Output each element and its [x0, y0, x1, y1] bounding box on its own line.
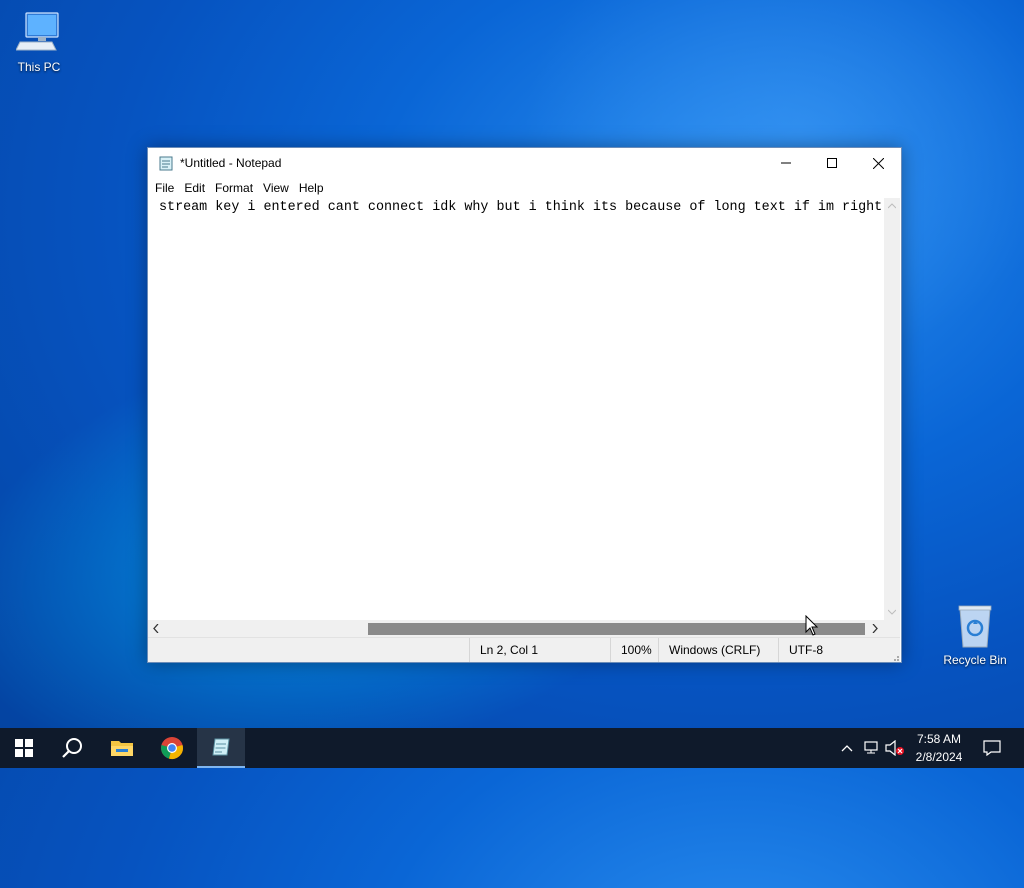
window-title: *Untitled - Notepad — [180, 156, 282, 170]
notification-icon — [983, 740, 1001, 756]
chrome-icon — [161, 737, 183, 759]
search-icon — [62, 738, 82, 758]
show-hidden-icons-button[interactable] — [838, 728, 856, 768]
start-button[interactable] — [0, 728, 48, 768]
chevron-up-icon — [841, 745, 853, 752]
desktop-icon-this-pc[interactable]: This PC — [1, 10, 77, 74]
notepad-taskbar-button[interactable] — [197, 728, 245, 768]
minimize-button[interactable] — [763, 148, 809, 178]
status-zoom: 100% — [610, 638, 658, 662]
chrome-button[interactable] — [148, 728, 196, 768]
vertical-scrollbar[interactable] — [884, 198, 900, 620]
scrollbar-corner — [884, 620, 900, 637]
scroll-down-icon[interactable] — [888, 609, 896, 615]
scroll-left-icon[interactable] — [153, 624, 159, 633]
network-button[interactable] — [860, 728, 882, 768]
action-center-button[interactable] — [978, 728, 1006, 768]
start-icon — [15, 739, 33, 757]
desktop-icon-label: This PC — [17, 60, 61, 74]
desktop-icon-recycle-bin[interactable]: Recycle Bin — [937, 603, 1013, 667]
mouse-cursor-icon — [805, 615, 819, 636]
system-clock[interactable]: 7:58 AM 2/8/2024 — [904, 730, 974, 766]
notepad-icon — [212, 738, 230, 756]
taskbar: 7:58 AM 2/8/2024 — [0, 728, 1024, 768]
volume-button[interactable] — [884, 728, 906, 768]
search-button[interactable] — [48, 728, 96, 768]
clock-date: 2/8/2024 — [915, 750, 963, 764]
status-bar: Ln 2, Col 1 100% Windows (CRLF) UTF-8 — [148, 637, 900, 662]
menu-bar: File Edit Format View Help — [148, 178, 901, 198]
clock-time: 7:58 AM — [916, 732, 962, 746]
title-bar[interactable]: *Untitled - Notepad — [148, 148, 901, 178]
scroll-right-icon[interactable] — [872, 624, 878, 633]
network-icon — [864, 741, 878, 754]
recycle-bin-icon — [952, 603, 998, 649]
text-editor[interactable]: stream key i entered cant connect idk wh… — [148, 198, 884, 620]
maximize-button[interactable] — [809, 148, 855, 178]
volume-muted-icon — [885, 740, 904, 756]
horizontal-scrollbar[interactable] — [148, 620, 884, 637]
file-explorer-icon — [111, 741, 133, 756]
computer-icon — [15, 10, 62, 56]
menu-file[interactable]: File — [150, 181, 179, 195]
desktop-icon-label: Recycle Bin — [943, 653, 1007, 667]
menu-view[interactable]: View — [258, 181, 294, 195]
scroll-up-icon[interactable] — [888, 203, 896, 209]
resize-grip-icon[interactable] — [889, 651, 899, 661]
editor-line: stream key i entered cant connect idk wh… — [159, 200, 883, 215]
notepad-window[interactable]: *Untitled - Notepad File Edit Format Vie… — [147, 147, 902, 663]
file-explorer-button[interactable] — [98, 728, 146, 768]
status-line-ending: Windows (CRLF) — [658, 638, 778, 662]
menu-help[interactable]: Help — [294, 181, 329, 195]
menu-format[interactable]: Format — [210, 181, 258, 195]
close-button[interactable] — [855, 148, 901, 178]
scrollbar-thumb[interactable] — [368, 623, 865, 635]
status-position: Ln 2, Col 1 — [469, 638, 610, 662]
status-encoding: UTF-8 — [778, 638, 900, 662]
menu-edit[interactable]: Edit — [179, 181, 210, 195]
notepad-icon — [158, 155, 174, 171]
